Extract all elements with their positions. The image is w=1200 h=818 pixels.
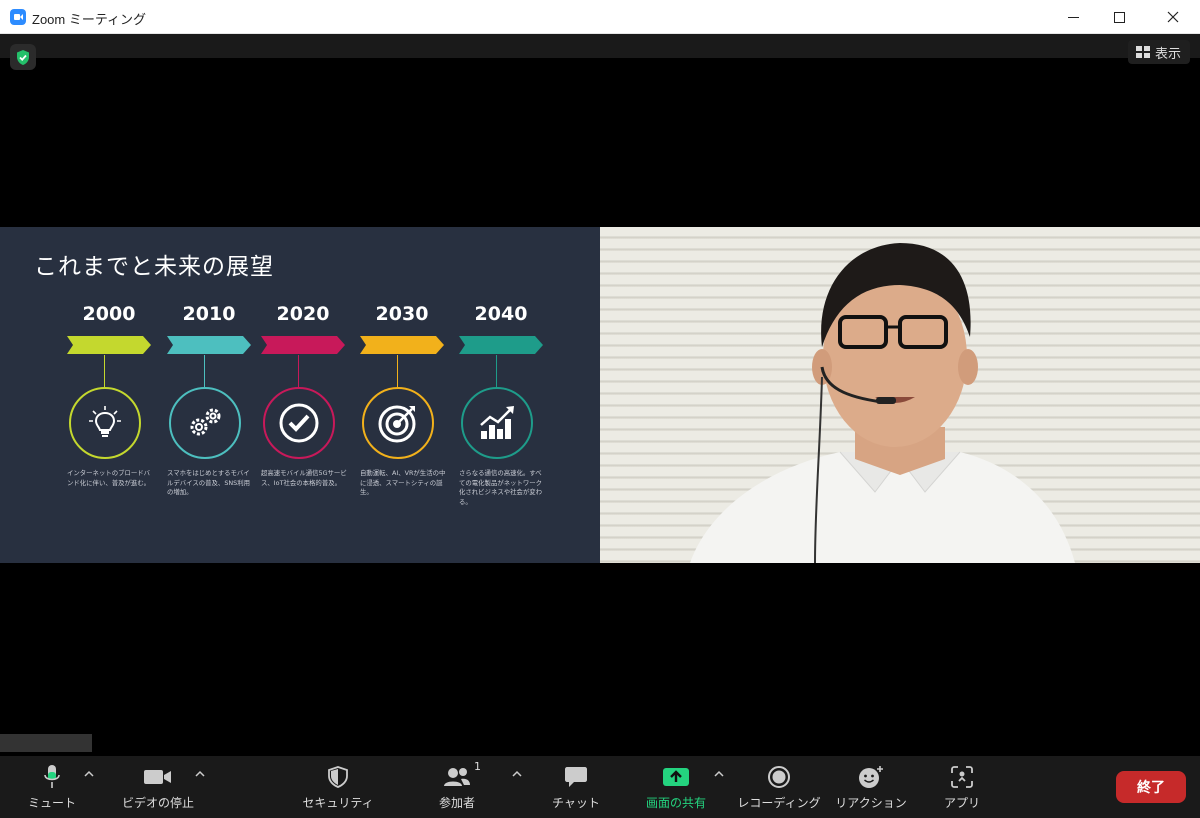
view-button[interactable]: 表示 [1128,40,1190,64]
timeline-year: 2020 [276,303,330,325]
reaction-smiley-icon [859,766,883,788]
timeline-item-2000: 2000 インターネットのブロードバンド化に伴い、普及が進む。 [67,303,157,487]
presenter-figure [690,243,1075,563]
maximize-button[interactable] [1096,0,1142,34]
chat-label: チャット [552,796,600,810]
timeline-description: インターネットのブロードバンド化に伴い、普及が進む。 [67,469,151,487]
reaction-label: リアクション [835,796,907,810]
meeting-toolbar: ミュート ビデオの停止 セキュリティ 参加者 1 チャット 画面の共有 レコーデ… [0,756,1200,818]
security-shield-icon [328,766,348,788]
security-button[interactable]: セキュリティ [300,762,376,814]
timeline-item-2010: 2010 スマホをはじめとするモバイルデバイスの普及、SNS利用の増加。 [167,303,257,496]
mute-button[interactable]: ミュート [24,762,80,814]
timeline-description: 自動運転、AI、VRが生活の中に浸透、スマートシティの誕生。 [360,469,446,496]
chevron-up-icon [714,770,724,777]
chevron-up-icon [195,770,205,777]
grid-view-icon [1136,46,1150,58]
timeline-year: 2000 [82,303,136,325]
record-label: レコーディング [737,796,821,810]
chevron-banner [459,336,543,354]
timeline-year: 2010 [182,303,236,325]
end-meeting-button[interactable]: 終了 [1116,771,1186,803]
zoom-app-icon [10,9,26,25]
participant-name-tag [0,734,92,752]
timeline-item-2040: 2040 さらなる通信の高速化。すべての電化製品がネットワーク化されビジネスや社… [459,303,549,506]
security-label: セキュリティ [302,796,374,810]
video-camera-icon [144,770,171,784]
reaction-button[interactable]: リアクション [835,762,907,814]
chevron-banner [167,336,251,354]
participants-count: 1 [474,760,481,773]
participant-video[interactable] [600,227,1200,563]
audio-options-caret[interactable] [84,768,96,780]
close-icon [1167,11,1179,23]
timeline-item-2020: 2020 超高速モバイル通信5Gサービス、IoT社会の本格的普及。 [261,303,351,487]
close-button[interactable] [1150,0,1196,34]
stop-video-label: ビデオの停止 [121,796,194,810]
participants-options-caret[interactable] [512,768,524,780]
chevron-up-icon [512,770,522,777]
slide-title: これまでと未来の展望 [34,254,274,280]
gears-icon [169,387,241,459]
record-icon [768,766,790,788]
stop-video-button[interactable]: ビデオの停止 [116,762,200,814]
shield-check-icon [17,49,29,65]
encryption-shield-button[interactable] [10,44,36,70]
meeting-top-strip [0,34,1200,58]
chevron-banner [261,336,345,354]
participants-icon [444,768,470,786]
share-options-caret[interactable] [714,768,726,780]
growth-chart-icon [461,387,533,459]
apps-button[interactable]: アプリ [938,762,986,814]
timeline-year: 2040 [474,303,528,325]
shared-slide: これまでと未来の展望 2000 インターネットのブロードバンド化に伴い、普及が進… [0,227,600,563]
participants-label: 参加者 [438,796,475,810]
apps-icon [951,766,973,788]
record-button[interactable]: レコーディング [737,762,821,814]
timeline-item-2030: 2030 自動運転、AI、VRが生活の中に浸透、スマートシティの誕生。 [360,303,450,496]
window-title: Zoom ミーティング [32,12,147,27]
mute-label: ミュート [27,796,76,810]
meeting-area: 表示 これまでと未来の展望 2000 インターネットのブロードバンド化に伴い、普… [0,34,1200,756]
share-screen-label: 画面の共有 [645,796,706,810]
view-label: 表示 [1155,46,1182,62]
chevron-up-icon [84,770,94,777]
timeline-description: さらなる通信の高速化。すべての電化製品がネットワーク化されビジネスや社会が変わる… [459,469,543,506]
minimize-button[interactable] [1050,0,1096,34]
chevron-banner [360,336,444,354]
chevron-banner [67,336,151,354]
microphone-icon [44,765,60,788]
timeline-description: スマホをはじめとするモバイルデバイスの普及、SNS利用の増加。 [167,469,250,496]
apps-label: アプリ [943,796,980,810]
checkmark-icon [263,387,335,459]
video-options-caret[interactable] [195,768,207,780]
timeline-description: 超高速モバイル通信5Gサービス、IoT社会の本格的普及。 [261,469,347,487]
chat-button[interactable]: チャット [548,762,604,814]
timeline-year: 2030 [375,303,429,325]
window-titlebar: Zoom ミーティング [0,0,1200,34]
share-screen-icon [663,768,689,786]
lightbulb-icon [69,387,141,459]
target-icon [362,387,434,459]
share-screen-button[interactable]: 画面の共有 [638,762,714,814]
chat-bubble-icon [565,767,587,787]
